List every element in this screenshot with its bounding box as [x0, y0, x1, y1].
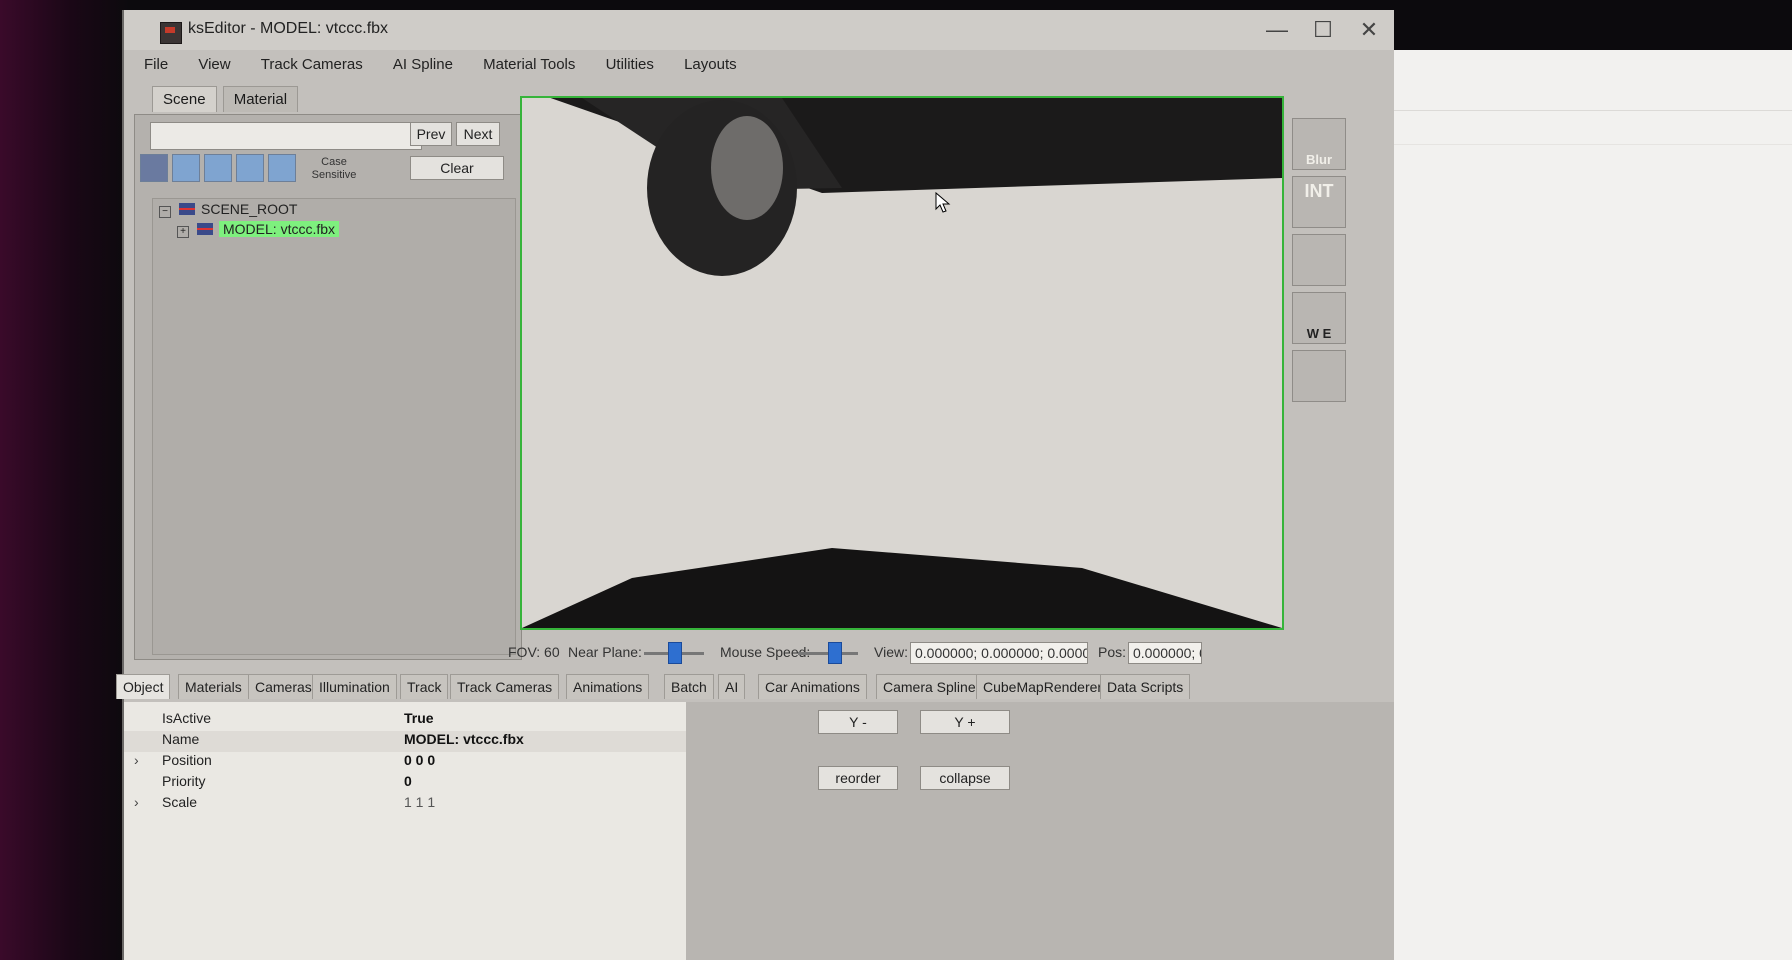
property-key: Scale	[162, 794, 198, 810]
property-row[interactable]: IsActive True	[124, 710, 686, 731]
mouse-speed-slider-thumb[interactable]	[828, 642, 842, 664]
tab-track-cameras[interactable]: Track Cameras	[450, 674, 560, 699]
tab-materials[interactable]: Materials	[178, 674, 249, 699]
left-panel-tabs: Scene Material	[152, 86, 300, 112]
tree-label-selected: MODEL: vtccc.fbx	[219, 221, 340, 237]
panels-icon[interactable]	[1292, 234, 1346, 286]
property-value[interactable]: MODEL: vtccc.fbx	[404, 731, 524, 747]
viewport-render	[522, 98, 1282, 628]
monitor-bezel	[0, 0, 130, 960]
tab-cameras[interactable]: Cameras	[248, 674, 319, 699]
collapse-toggle-icon[interactable]: −	[159, 206, 171, 218]
expand-toggle-icon[interactable]: +	[177, 226, 189, 238]
property-key: Name	[162, 731, 200, 747]
menu-layouts[interactable]: Layouts	[682, 54, 739, 75]
view-field[interactable]: 0.000000; 0.000000; 0.000000	[910, 642, 1088, 664]
property-value[interactable]: 0	[404, 773, 412, 789]
menu-utilities[interactable]: Utilities	[604, 54, 656, 75]
tab-illumination[interactable]: Illumination	[312, 674, 397, 699]
y-plus-button[interactable]: Y +	[920, 710, 1010, 734]
maximize-button[interactable]: ☐	[1300, 14, 1346, 46]
cube-icon[interactable]	[172, 154, 200, 182]
property-row[interactable]: › Position 0 0 0	[124, 752, 686, 773]
chevron-right-icon[interactable]: ›	[134, 794, 139, 810]
properties-grid: IsActive True Name MODEL: vtccc.fbx › Po…	[124, 702, 687, 960]
scene-node-icon[interactable]	[140, 154, 168, 182]
menu-bar: File View Track Cameras AI Spline Materi…	[142, 54, 761, 84]
menu-track-cameras[interactable]: Track Cameras	[259, 54, 365, 75]
ks-editor-window: ksEditor - MODEL: vtccc.fbx — ☐ ✕ File V…	[116, 10, 1394, 960]
tree-node-scene-root[interactable]: − SCENE_ROOT	[159, 201, 297, 218]
ground-shadow	[522, 548, 1282, 628]
blur-icon[interactable]: Blur	[1292, 118, 1346, 170]
menu-view[interactable]: View	[196, 54, 232, 75]
near-plane-label: Near Plane:	[568, 644, 642, 660]
clear-button[interactable]: Clear	[410, 156, 504, 180]
mouse-cursor-icon	[935, 191, 951, 213]
property-row[interactable]: Priority 0	[124, 773, 686, 794]
bottom-tab-bar: Object Materials Cameras Illumination Tr…	[116, 674, 1394, 702]
tab-batch[interactable]: Batch	[664, 674, 714, 699]
fov-label: FOV: 60	[508, 644, 560, 660]
prev-button[interactable]: Prev	[410, 122, 452, 146]
tree-label: SCENE_ROOT	[201, 201, 298, 217]
tab-object[interactable]: Object	[116, 674, 171, 699]
pos-label: Pos:	[1098, 644, 1127, 660]
property-row[interactable]: › Scale 1 1 1	[124, 794, 686, 815]
collapse-button[interactable]: collapse	[920, 766, 1010, 790]
property-key: Position	[162, 752, 212, 768]
mesh-s-icon[interactable]	[236, 154, 264, 182]
wheel-rim	[711, 116, 783, 220]
divider	[1392, 144, 1792, 145]
property-value[interactable]: True	[404, 710, 434, 726]
property-value[interactable]: 1 1 1	[404, 794, 435, 810]
title-bar: ksEditor - MODEL: vtccc.fbx — ☐ ✕	[124, 10, 1394, 50]
scene-tree: − SCENE_ROOT + MODEL: vtccc.fbx	[152, 198, 516, 655]
scene-node-icon	[197, 223, 213, 235]
scene-node-icon	[179, 203, 195, 215]
int-icon[interactable]: INT	[1292, 176, 1346, 228]
tree-node-model[interactable]: + MODEL: vtccc.fbx	[177, 221, 340, 238]
pos-field[interactable]: 0.000000; 0.0	[1128, 642, 1202, 664]
object-actions-pane: Y - Y + reorder collapse	[686, 702, 1394, 960]
near-plane-slider-thumb[interactable]	[668, 642, 682, 664]
tab-car-animations[interactable]: Car Animations	[758, 674, 867, 699]
window-title: ksEditor - MODEL: vtccc.fbx	[188, 20, 389, 37]
close-button[interactable]: ✕	[1346, 14, 1392, 46]
property-value[interactable]: 0 0 0	[404, 752, 435, 768]
menu-ai-spline[interactable]: AI Spline	[391, 54, 455, 75]
tab-track[interactable]: Track	[400, 674, 449, 699]
menu-material-tools[interactable]: Material Tools	[481, 54, 577, 75]
background-window	[1392, 50, 1792, 960]
tab-cubemaprenderer[interactable]: CubeMapRenderer	[976, 674, 1110, 699]
divider	[1392, 110, 1792, 111]
tab-data-scripts[interactable]: Data Scripts	[1100, 674, 1191, 699]
tab-camera-spline[interactable]: Camera Spline	[876, 674, 983, 699]
reorder-button[interactable]: reorder	[818, 766, 898, 790]
tab-scene[interactable]: Scene	[152, 86, 217, 112]
property-row[interactable]: Name MODEL: vtccc.fbx	[124, 731, 686, 752]
y-minus-button[interactable]: Y -	[818, 710, 898, 734]
grid-icon[interactable]	[1292, 350, 1346, 402]
scene-search-input[interactable]	[150, 122, 422, 150]
mesh-s-alt-icon[interactable]	[268, 154, 296, 182]
next-button[interactable]: Next	[456, 122, 500, 146]
tab-animations[interactable]: Animations	[566, 674, 650, 699]
property-key: Priority	[162, 773, 206, 789]
tab-material[interactable]: Material	[222, 86, 299, 112]
mouse-speed-label: Mouse Speed:	[720, 644, 811, 660]
cube-alt-icon[interactable]	[204, 154, 232, 182]
case-sensitive-toggle[interactable]: Case Sensitive	[304, 156, 364, 182]
app-icon	[160, 22, 182, 44]
3d-viewport[interactable]	[520, 96, 1284, 630]
minimize-button[interactable]: —	[1254, 14, 1300, 46]
menu-file[interactable]: File	[142, 54, 170, 75]
lights-we-icon[interactable]: W E	[1292, 292, 1346, 344]
tab-ai[interactable]: AI	[718, 674, 746, 699]
view-label: View:	[874, 644, 908, 660]
chevron-right-icon[interactable]: ›	[134, 752, 139, 768]
property-key: IsActive	[162, 710, 212, 726]
